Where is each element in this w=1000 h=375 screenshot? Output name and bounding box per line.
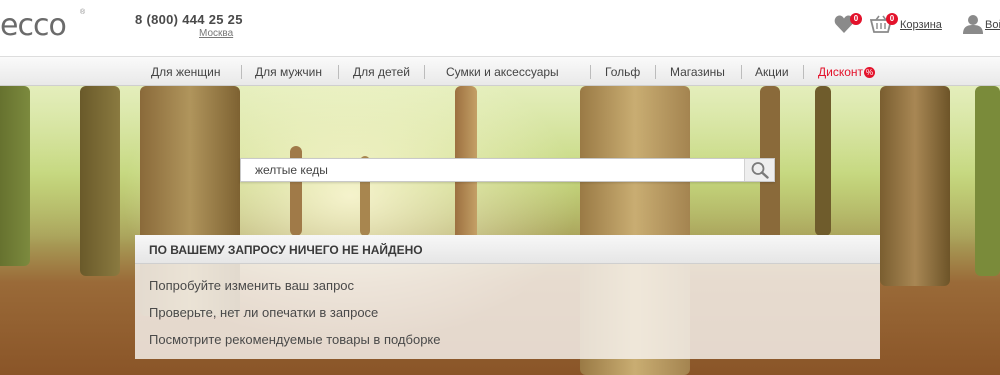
percent-icon: % <box>864 67 876 78</box>
tree-trunk <box>80 86 120 276</box>
no-results-panel: ПО ВАШЕМУ ЗАПРОСУ НИЧЕГО НЕ НАЙДЕНО Попр… <box>135 235 880 359</box>
cart-link[interactable]: Корзина <box>900 19 942 31</box>
city-selector[interactable]: Москва <box>199 28 233 39</box>
page: ecco ® 8 (800) 444 25 25 Москва 0 0 Корз… <box>0 0 1000 375</box>
nav-divider <box>424 65 425 79</box>
nav-discount[interactable]: Дисконт% <box>818 65 876 79</box>
wishlist-button[interactable]: 0 <box>834 13 862 35</box>
tree-trunk <box>0 86 30 266</box>
main-nav: Для женщин Для мужчин Для детей Сумки и … <box>0 56 1000 86</box>
tip-item: Проверьте, нет ли опечатки в запросе <box>149 305 379 320</box>
nav-divider <box>590 65 591 79</box>
nav-stores[interactable]: Магазины <box>670 65 725 79</box>
header: ecco ® 8 (800) 444 25 25 Москва 0 0 Корз… <box>0 0 1000 56</box>
nav-divider <box>338 65 339 79</box>
nav-divider <box>655 65 656 79</box>
search-button[interactable] <box>744 159 774 181</box>
tip-item: Посмотрите рекомендуемые товары в подбор… <box>149 332 441 347</box>
search-input[interactable] <box>241 159 741 181</box>
registered-mark: ® <box>80 9 86 16</box>
nav-promotions[interactable]: Акции <box>755 65 789 79</box>
nav-kids[interactable]: Для детей <box>353 65 410 79</box>
login-link[interactable]: Войти <box>985 19 1000 31</box>
nav-bags-accessories[interactable]: Сумки и аксессуары <box>446 65 559 79</box>
ecco-logo[interactable]: ecco <box>0 8 67 43</box>
cart-count-badge: 0 <box>886 13 898 25</box>
tree-trunk <box>880 86 950 286</box>
tip-item: Попробуйте изменить ваш запрос <box>149 278 355 293</box>
wishlist-count-badge: 0 <box>850 13 862 25</box>
user-icon[interactable] <box>963 14 983 34</box>
no-results-header: ПО ВАШЕМУ ЗАПРОСУ НИЧЕГО НЕ НАЙДЕНО <box>135 235 880 264</box>
nav-men[interactable]: Для мужчин <box>255 65 322 79</box>
cart-button[interactable]: 0 <box>869 13 898 35</box>
nav-divider <box>803 65 804 79</box>
nav-divider <box>241 65 242 79</box>
phone-number[interactable]: 8 (800) 444 25 25 <box>135 12 243 27</box>
search-icon <box>751 162 769 179</box>
tree-trunk <box>815 86 831 236</box>
nav-divider <box>741 65 742 79</box>
tree-trunk <box>975 86 1000 276</box>
no-results-title: ПО ВАШЕМУ ЗАПРОСУ НИЧЕГО НЕ НАЙДЕНО <box>149 243 423 257</box>
nav-women[interactable]: Для женщин <box>151 65 221 79</box>
nav-discount-label: Дисконт <box>818 65 864 79</box>
nav-golf[interactable]: Гольф <box>605 65 640 79</box>
search-bar <box>240 158 775 182</box>
